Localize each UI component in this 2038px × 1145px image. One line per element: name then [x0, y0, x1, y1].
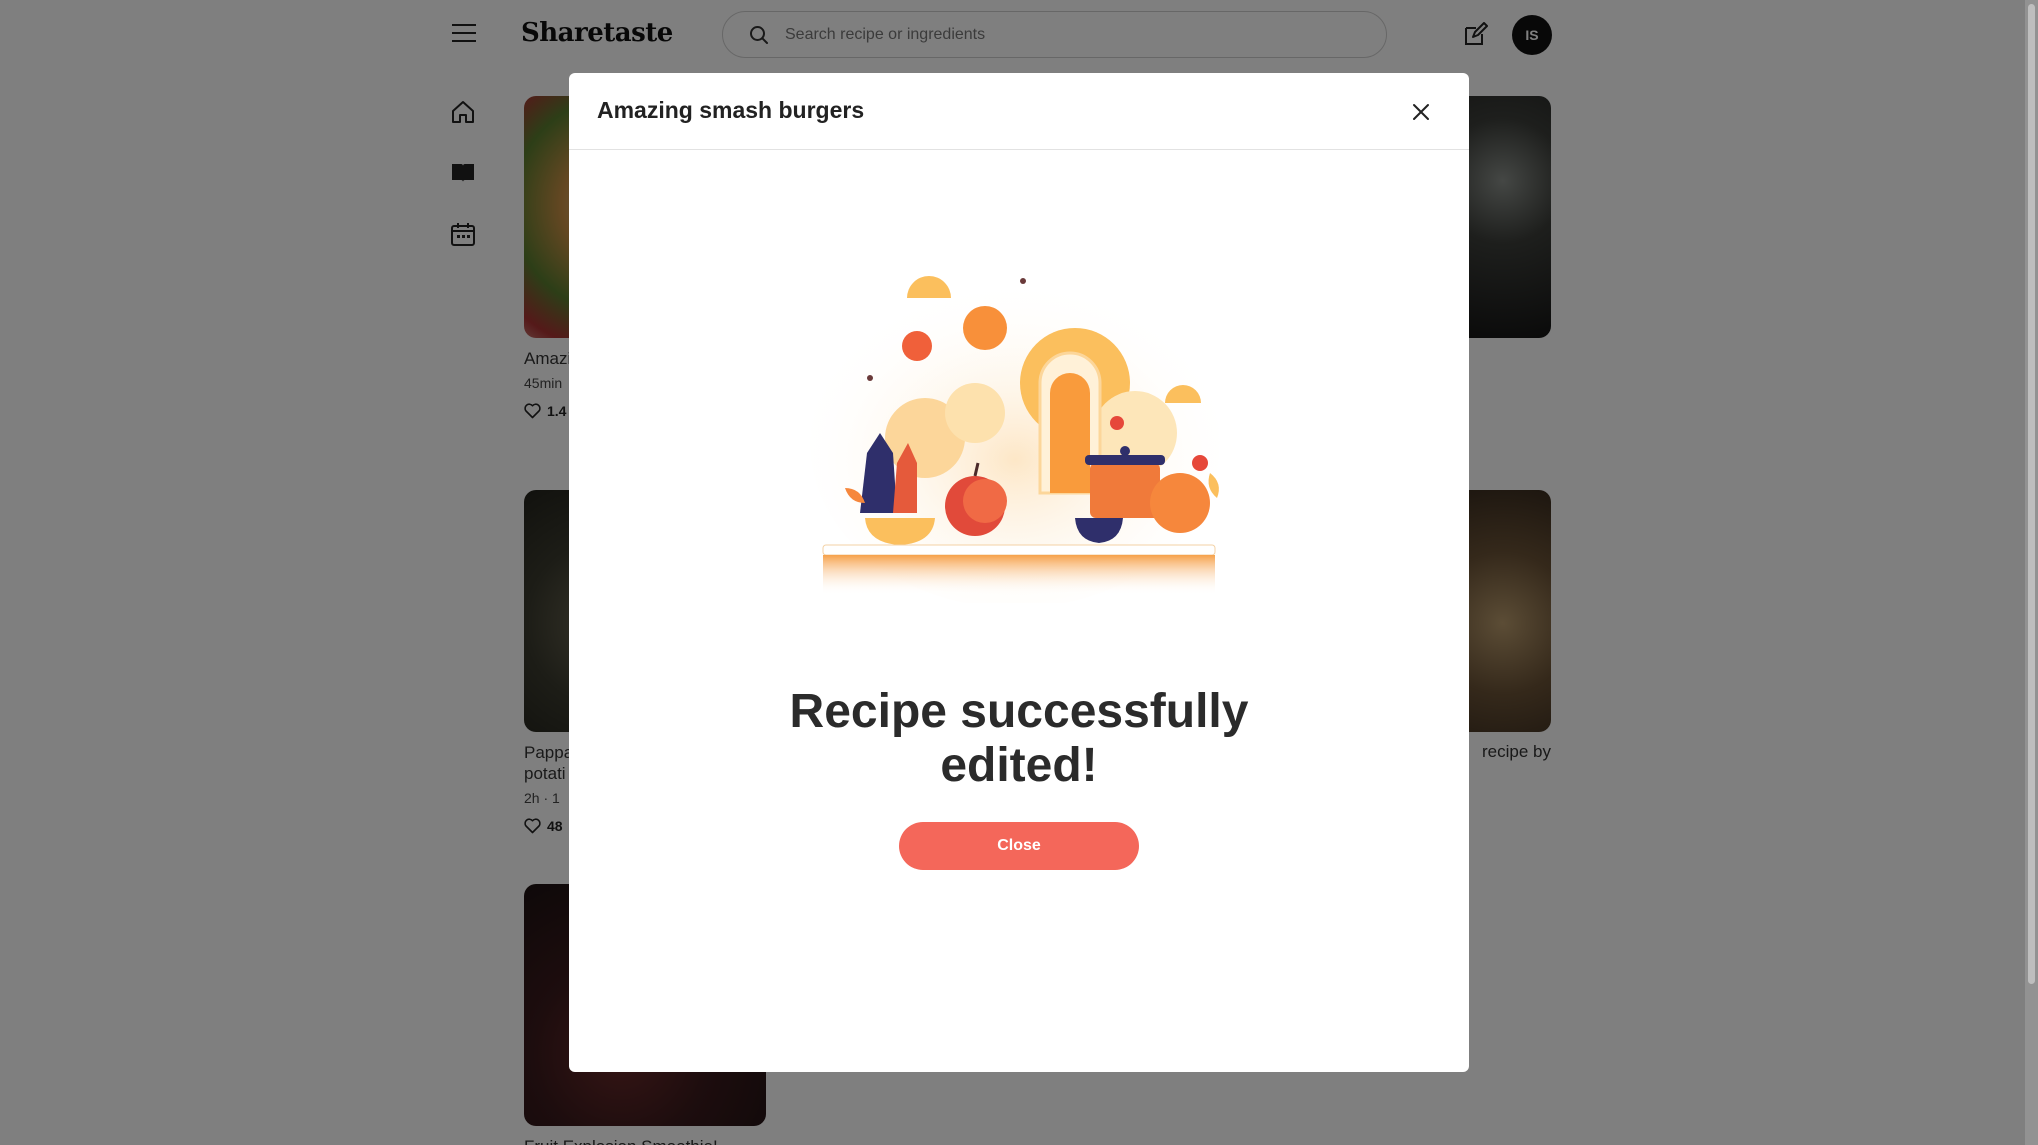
close-icon[interactable] — [1408, 99, 1434, 125]
success-message: Recipe successfully edited! — [569, 685, 1469, 793]
success-message-line-1: Recipe successfully — [789, 685, 1249, 738]
success-dialog: Amazing smash burgers Recipe successfull… — [569, 73, 1469, 1072]
dialog-title: Amazing smash burgers — [597, 97, 865, 123]
success-message-line-2: edited! — [940, 739, 1098, 792]
close-button[interactable]: Close — [899, 822, 1139, 870]
dialog-header: Amazing smash burgers — [569, 73, 1469, 150]
scrollbar[interactable] — [2025, 0, 2038, 1145]
scrollbar-thumb[interactable] — [2028, 4, 2035, 984]
kitchen-illustration — [810, 276, 1220, 603]
